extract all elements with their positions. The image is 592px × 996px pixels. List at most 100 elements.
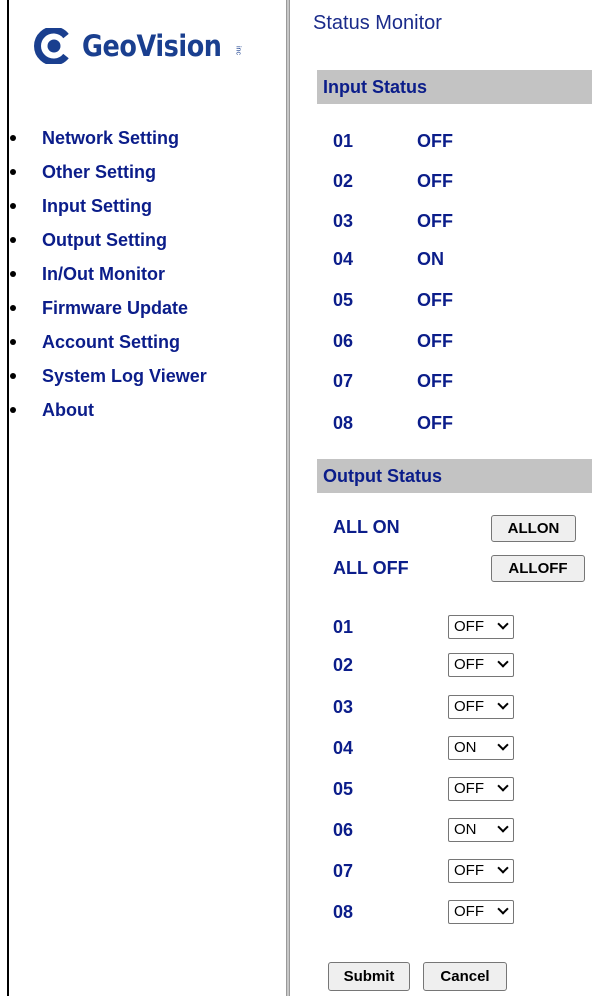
sidebar-link[interactable]: Account Setting [42, 332, 180, 352]
output-select[interactable]: OFF [448, 615, 514, 639]
output-row-03: 03 OFF [333, 695, 514, 719]
output-row-05: 05 OFF [333, 777, 514, 801]
output-row-02: 02 OFF [333, 653, 514, 677]
input-state: OFF [417, 331, 453, 351]
output-select[interactable]: OFF [448, 777, 514, 801]
output-id: 08 [333, 902, 354, 922]
sidebar-link[interactable]: About [42, 400, 94, 420]
left-border [7, 0, 9, 996]
output-select[interactable]: ON [448, 736, 514, 760]
sidebar-link[interactable]: Output Setting [42, 230, 167, 250]
input-row-01: 01 OFF [333, 131, 453, 152]
sidebar-link[interactable]: In/Out Monitor [42, 264, 165, 284]
input-id: 07 [333, 371, 354, 391]
input-row-07: 07 OFF [333, 371, 453, 392]
bullet-icon [10, 236, 16, 243]
logo-text: GeoVision [82, 29, 222, 63]
input-id: 03 [333, 211, 354, 231]
input-id: 01 [333, 131, 354, 151]
bullet-icon [10, 304, 16, 311]
select-value: ON [454, 821, 477, 838]
sidebar-item-about[interactable]: About [10, 396, 207, 430]
input-row-04: 04 ON [333, 249, 444, 270]
output-row-01: 01 OFF [333, 615, 514, 639]
bullet-icon [10, 202, 16, 209]
logo-mark-icon [34, 28, 69, 64]
sidebar-link[interactable]: System Log Viewer [42, 366, 207, 386]
output-id: 05 [333, 779, 354, 799]
chevron-down-icon [497, 618, 509, 630]
all-off-label: ALL OFF [333, 558, 409, 578]
bullet-icon [10, 168, 16, 175]
input-row-02: 02 OFF [333, 171, 453, 192]
sidebar-item-account-setting[interactable]: Account Setting [10, 328, 207, 362]
chevron-down-icon [497, 903, 509, 915]
select-value: OFF [454, 618, 484, 635]
frame-splitter[interactable] [286, 0, 290, 996]
sidebar-link[interactable]: Network Setting [42, 128, 179, 148]
select-value: OFF [454, 656, 484, 673]
output-select[interactable]: OFF [448, 695, 514, 719]
output-id: 02 [333, 655, 354, 675]
input-state: OFF [417, 211, 453, 231]
page-title: Status Monitor [313, 12, 442, 34]
chevron-down-icon [497, 862, 509, 874]
input-row-03: 03 OFF [333, 211, 453, 232]
all-on-button[interactable]: ALLON [491, 515, 576, 542]
output-status-header: Output Status [317, 459, 592, 493]
output-row-04: 04 ON [333, 736, 514, 760]
submit-button[interactable]: Submit [328, 962, 410, 991]
input-state: OFF [417, 371, 453, 391]
sidebar-item-firmware-update[interactable]: Firmware Update [10, 294, 207, 328]
input-row-06: 06 OFF [333, 331, 453, 352]
sidebar-item-network-setting[interactable]: Network Setting [10, 124, 207, 158]
sidebar-link[interactable]: Input Setting [42, 196, 152, 216]
input-state: OFF [417, 413, 453, 433]
input-status-header: Input Status [317, 70, 592, 104]
sidebar-item-input-setting[interactable]: Input Setting [10, 192, 207, 226]
sidebar-link[interactable]: Firmware Update [42, 298, 188, 318]
output-select[interactable]: ON [448, 818, 514, 842]
output-id: 07 [333, 861, 354, 881]
output-select[interactable]: OFF [448, 653, 514, 677]
sidebar-item-in-out-monitor[interactable]: In/Out Monitor [10, 260, 207, 294]
all-off-button[interactable]: ALLOFF [491, 555, 585, 582]
output-id: 01 [333, 617, 354, 637]
input-state: OFF [417, 171, 453, 191]
chevron-down-icon [497, 739, 509, 751]
geovision-logo: GeoVision inc [32, 26, 242, 66]
chevron-down-icon [497, 656, 509, 668]
bullet-icon [10, 338, 16, 345]
select-value: OFF [454, 903, 484, 920]
sidebar-item-other-setting[interactable]: Other Setting [10, 158, 207, 192]
input-state: OFF [417, 290, 453, 310]
select-value: OFF [454, 862, 484, 879]
select-value: OFF [454, 698, 484, 715]
output-select[interactable]: OFF [448, 900, 514, 924]
input-row-05: 05 OFF [333, 290, 453, 311]
cancel-button[interactable]: Cancel [423, 962, 507, 991]
select-value: ON [454, 739, 477, 756]
logo-inc: inc [234, 45, 242, 55]
bullet-icon [10, 134, 16, 141]
sidebar-item-output-setting[interactable]: Output Setting [10, 226, 207, 260]
input-state: ON [417, 249, 444, 269]
sidebar-item-system-log-viewer[interactable]: System Log Viewer [10, 362, 207, 396]
chevron-down-icon [497, 821, 509, 833]
input-id: 05 [333, 290, 354, 310]
bullet-icon [10, 270, 16, 277]
output-id: 06 [333, 820, 354, 840]
output-id: 04 [333, 738, 354, 758]
input-id: 08 [333, 413, 354, 433]
output-row-06: 06 ON [333, 818, 514, 842]
chevron-down-icon [497, 698, 509, 710]
output-select[interactable]: OFF [448, 859, 514, 883]
bullet-icon [10, 406, 16, 413]
output-row-07: 07 OFF [333, 859, 514, 883]
sidebar-link[interactable]: Other Setting [42, 162, 156, 182]
all-on-label: ALL ON [333, 517, 400, 537]
input-row-08: 08 OFF [333, 413, 453, 434]
select-value: OFF [454, 780, 484, 797]
input-id: 04 [333, 249, 354, 269]
input-state: OFF [417, 131, 453, 151]
